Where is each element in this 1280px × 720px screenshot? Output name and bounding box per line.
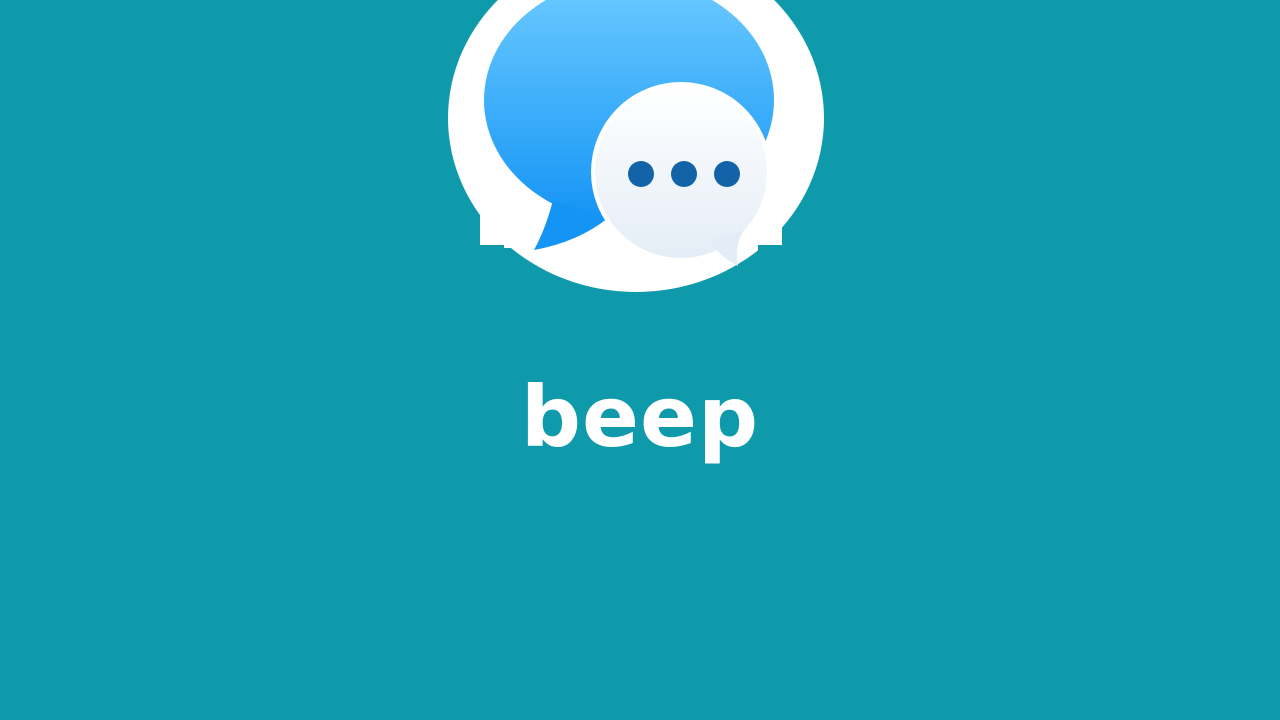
typing-dot (714, 161, 740, 187)
typing-dot (671, 161, 697, 187)
typing-dot (628, 161, 654, 187)
app-name: beep (520, 368, 760, 466)
chat-bubbles-icon (448, 0, 824, 292)
splash-screen: beep (0, 0, 1280, 720)
